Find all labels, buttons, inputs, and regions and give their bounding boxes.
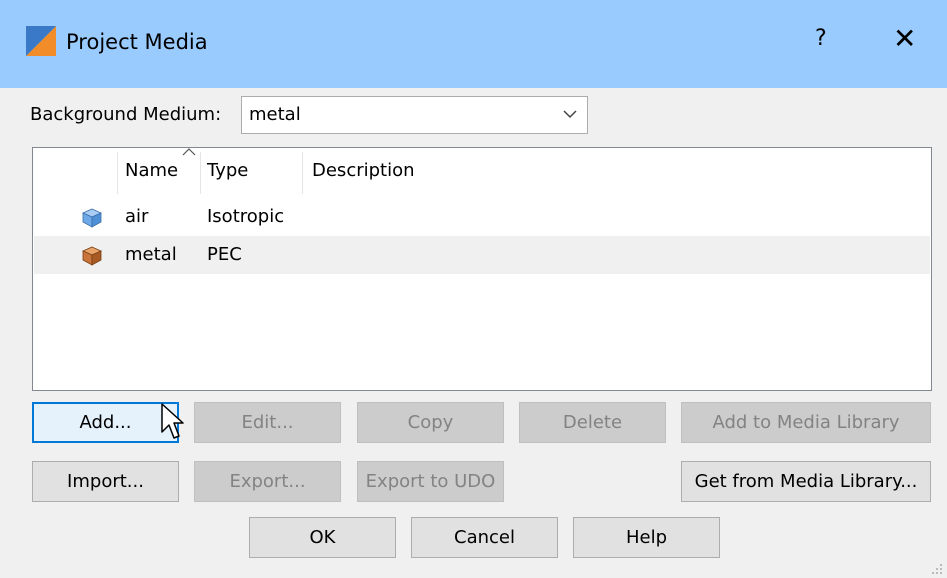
- window-title: Project Media: [66, 30, 208, 54]
- resize-grip-icon[interactable]: [929, 561, 943, 575]
- app-logo-icon: [26, 26, 56, 56]
- add-to-media-library-button[interactable]: Add to Media Library: [681, 402, 931, 443]
- delete-button[interactable]: Delete: [519, 402, 666, 443]
- background-medium-value: metal: [249, 104, 301, 125]
- get-from-media-library-button[interactable]: Get from Media Library...: [681, 461, 931, 502]
- question-mark-icon[interactable]: ?: [815, 26, 827, 51]
- chevron-down-icon: [563, 110, 577, 119]
- close-icon[interactable]: ✕: [893, 22, 916, 55]
- cell-name: metal: [125, 244, 177, 265]
- media-table[interactable]: Name Type Description air Isotropic meta…: [32, 147, 932, 391]
- column-separator[interactable]: [302, 152, 303, 194]
- title-bar[interactable]: Project Media ? ✕: [0, 0, 947, 88]
- column-separator[interactable]: [117, 152, 118, 194]
- cube-icon: [82, 208, 102, 228]
- cell-name: air: [125, 206, 149, 227]
- copy-button[interactable]: Copy: [357, 402, 504, 443]
- edit-button[interactable]: Edit...: [194, 402, 341, 443]
- export-button[interactable]: Export...: [194, 461, 341, 502]
- table-row[interactable]: metal PEC: [34, 236, 930, 274]
- import-button[interactable]: Import...: [32, 461, 179, 502]
- column-separator[interactable]: [200, 152, 201, 194]
- table-row[interactable]: air Isotropic: [34, 198, 930, 236]
- cell-type: Isotropic: [207, 206, 285, 227]
- add-button[interactable]: Add...: [32, 402, 179, 443]
- help-button[interactable]: Help: [573, 517, 720, 558]
- background-medium-select[interactable]: metal: [241, 96, 588, 134]
- cell-type: PEC: [207, 244, 242, 265]
- ok-button[interactable]: OK: [249, 517, 396, 558]
- cube-icon: [82, 246, 102, 266]
- sort-ascending-icon: [182, 148, 196, 156]
- column-header-type[interactable]: Type: [207, 160, 248, 181]
- column-header-name[interactable]: Name: [125, 160, 178, 181]
- cancel-button[interactable]: Cancel: [411, 517, 558, 558]
- column-header-description[interactable]: Description: [312, 160, 415, 181]
- mouse-cursor-icon: [161, 403, 184, 439]
- export-to-udo-button[interactable]: Export to UDO: [357, 461, 504, 502]
- background-medium-label: Background Medium:: [30, 104, 222, 125]
